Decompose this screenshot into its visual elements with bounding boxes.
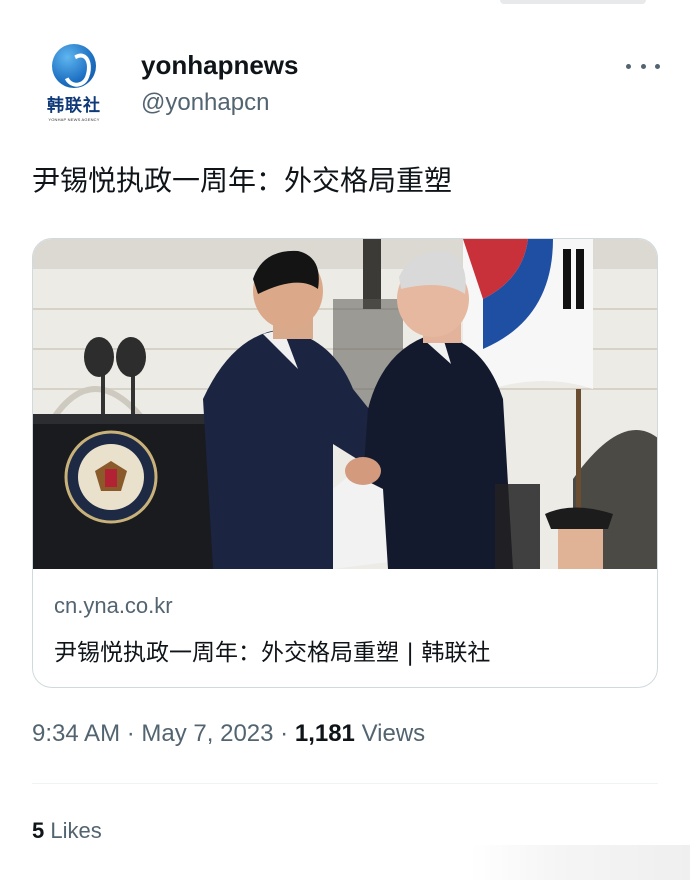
handshake-photo — [33, 239, 657, 569]
sheet-handle — [500, 0, 646, 4]
more-horizontal-icon — [626, 63, 631, 69]
tweet-text: 尹锡悦执政一周年：外交格局重塑 — [32, 164, 453, 197]
card-title: 尹锡悦执政一周年：外交格局重塑 | 韩联社 — [54, 640, 491, 666]
tweet-time[interactable]: 9:34 AM — [32, 720, 120, 747]
tweet-meta: 9:34 AM · May 7, 2023 · 1,181 Views — [32, 720, 425, 748]
views-count: 1,181 — [294, 720, 355, 747]
likes-label: Likes — [50, 818, 102, 843]
more-horizontal-icon — [655, 63, 660, 69]
card-image — [33, 239, 657, 569]
author-handle[interactable]: @yonhapcn — [141, 89, 269, 117]
meta-separator: · — [280, 720, 289, 747]
author-display-name[interactable]: yonhapnews — [141, 50, 298, 81]
avatar[interactable]: 韩联社 YONHAP NEWS AGENCY — [38, 44, 110, 124]
card-domain: cn.yna.co.kr — [54, 593, 173, 618]
tweet-date[interactable]: May 7, 2023 — [141, 720, 273, 747]
bottom-fade — [470, 845, 690, 880]
link-card[interactable]: cn.yna.co.kr 尹锡悦执政一周年：外交格局重塑 | 韩联社 — [32, 238, 658, 688]
likes-count: 5 — [32, 818, 45, 843]
yonhap-logo-icon — [52, 44, 96, 88]
avatar-logo-subtext: YONHAP NEWS AGENCY — [48, 117, 100, 122]
more-options-button[interactable] — [626, 54, 660, 78]
divider — [32, 783, 658, 784]
more-horizontal-icon — [640, 63, 646, 69]
meta-separator: · — [126, 720, 135, 747]
views-label: Views — [361, 720, 426, 747]
avatar-logo-text: 韩联社 — [47, 96, 101, 116]
likes-stat[interactable]: 5 Likes — [32, 818, 102, 844]
